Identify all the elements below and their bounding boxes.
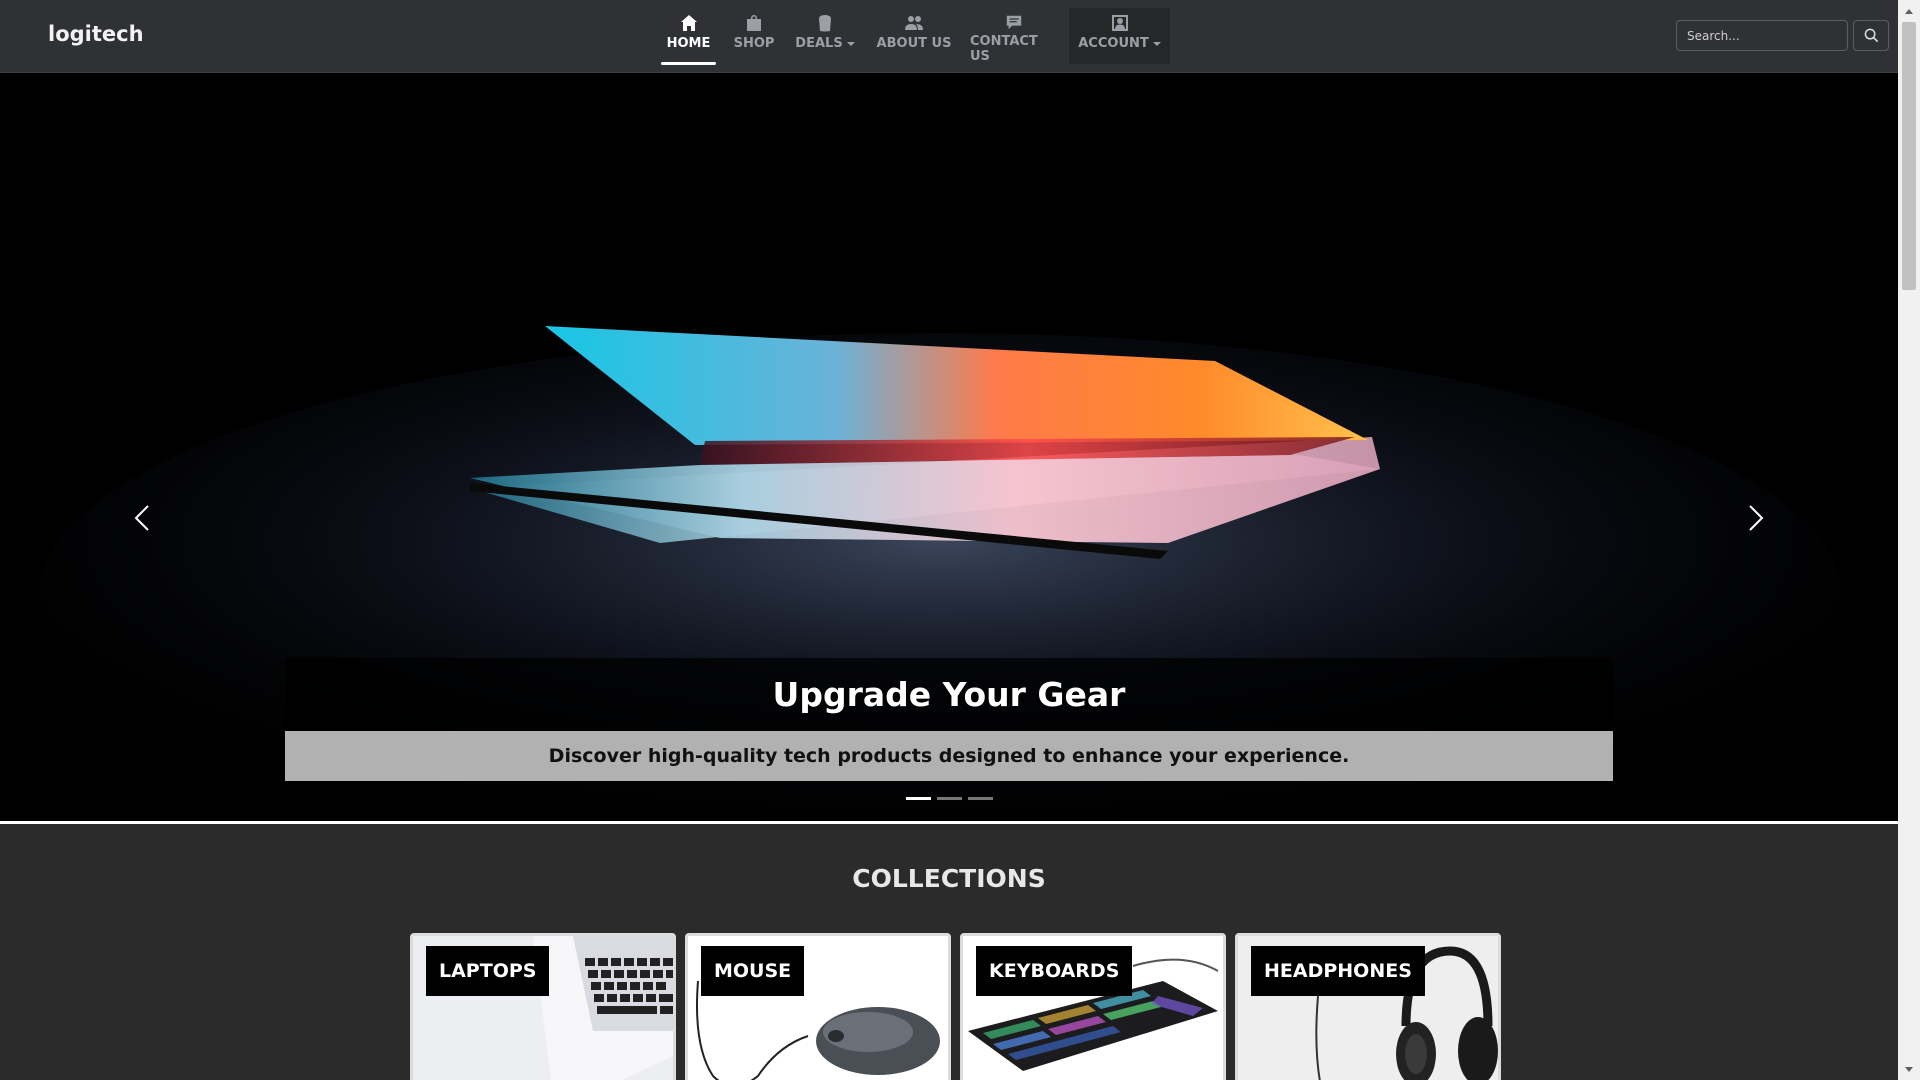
user-icon — [1111, 15, 1128, 31]
nav-item-contact[interactable]: CONTACT US — [970, 8, 1058, 64]
search-input[interactable] — [1676, 20, 1848, 51]
nav-label-contact: CONTACT US — [970, 34, 1038, 64]
scrollbar-thumb[interactable] — [1902, 22, 1916, 290]
carousel-indicators — [906, 797, 993, 800]
hero-subtitle: Discover high-quality tech products desi… — [548, 745, 1350, 767]
collections-heading: COLLECTIONS — [852, 864, 1046, 893]
page-scrollbar[interactable] — [1898, 0, 1920, 1080]
search-button[interactable] — [1853, 20, 1889, 51]
nav-label-about: ABOUT US — [876, 36, 952, 51]
home-icon — [680, 15, 697, 31]
hero-caption-title-band: Upgrade Your Gear — [285, 658, 1613, 731]
page: logitech HOME SHOP DEALS ABOUT US CONTAC… — [0, 0, 1898, 1080]
hero-caption-subtitle-band: Discover high-quality tech products desi… — [285, 731, 1613, 781]
chevron-left-icon — [134, 505, 149, 531]
brand-logo[interactable]: logitech — [48, 22, 144, 46]
carousel-indicator-3[interactable] — [968, 797, 993, 800]
nav-item-shop[interactable]: SHOP — [730, 8, 778, 64]
arrow-up-icon — [1905, 8, 1913, 14]
search-icon — [1864, 28, 1878, 43]
scroll-up-button[interactable] — [1898, 2, 1920, 20]
nav-item-account[interactable]: ACCOUNT — [1069, 8, 1170, 64]
collection-label: HEADPHONES — [1251, 946, 1425, 996]
chevron-down-icon — [1152, 41, 1161, 46]
nav-item-home[interactable]: HOME — [661, 8, 716, 65]
chat-icon — [1006, 15, 1022, 30]
carousel-next-button[interactable] — [1741, 493, 1771, 543]
collection-card-laptops[interactable]: LAPTOPS — [410, 933, 676, 1080]
collection-label: MOUSE — [701, 946, 805, 996]
people-icon — [905, 16, 923, 30]
collection-card-mouse[interactable]: MOUSE — [685, 933, 951, 1080]
shopping-bag-icon — [747, 15, 761, 31]
collection-card-keyboards[interactable]: KEYBOARDS — [960, 933, 1226, 1080]
collection-label: KEYBOARDS — [976, 946, 1133, 996]
nav-label-shop: SHOP — [733, 36, 775, 51]
hero-title: Upgrade Your Gear — [772, 675, 1126, 714]
nav-label-deals: DEALS — [795, 36, 843, 51]
carousel-prev-button[interactable] — [127, 493, 157, 543]
nav-item-about[interactable]: ABOUT US — [874, 8, 954, 64]
top-navbar: logitech HOME SHOP DEALS ABOUT US CONTAC… — [0, 0, 1898, 73]
chevron-down-icon — [846, 41, 855, 46]
hero-divider — [0, 821, 1898, 824]
arrow-down-icon — [1905, 1066, 1913, 1072]
nav-label-home: HOME — [666, 36, 711, 51]
hero-carousel: Upgrade Your Gear Discover high-quality … — [0, 73, 1898, 824]
nav-label-account: ACCOUNT — [1078, 36, 1149, 51]
nav-item-deals[interactable]: DEALS — [792, 8, 858, 64]
carousel-indicator-1[interactable] — [906, 797, 931, 800]
collection-label: LAPTOPS — [426, 946, 550, 996]
bucket-icon — [819, 15, 831, 32]
collection-card-headphones[interactable]: HEADPHONES — [1235, 933, 1501, 1080]
chevron-right-icon — [1749, 505, 1764, 531]
carousel-indicator-2[interactable] — [937, 797, 962, 800]
scroll-down-button[interactable] — [1898, 1060, 1920, 1078]
